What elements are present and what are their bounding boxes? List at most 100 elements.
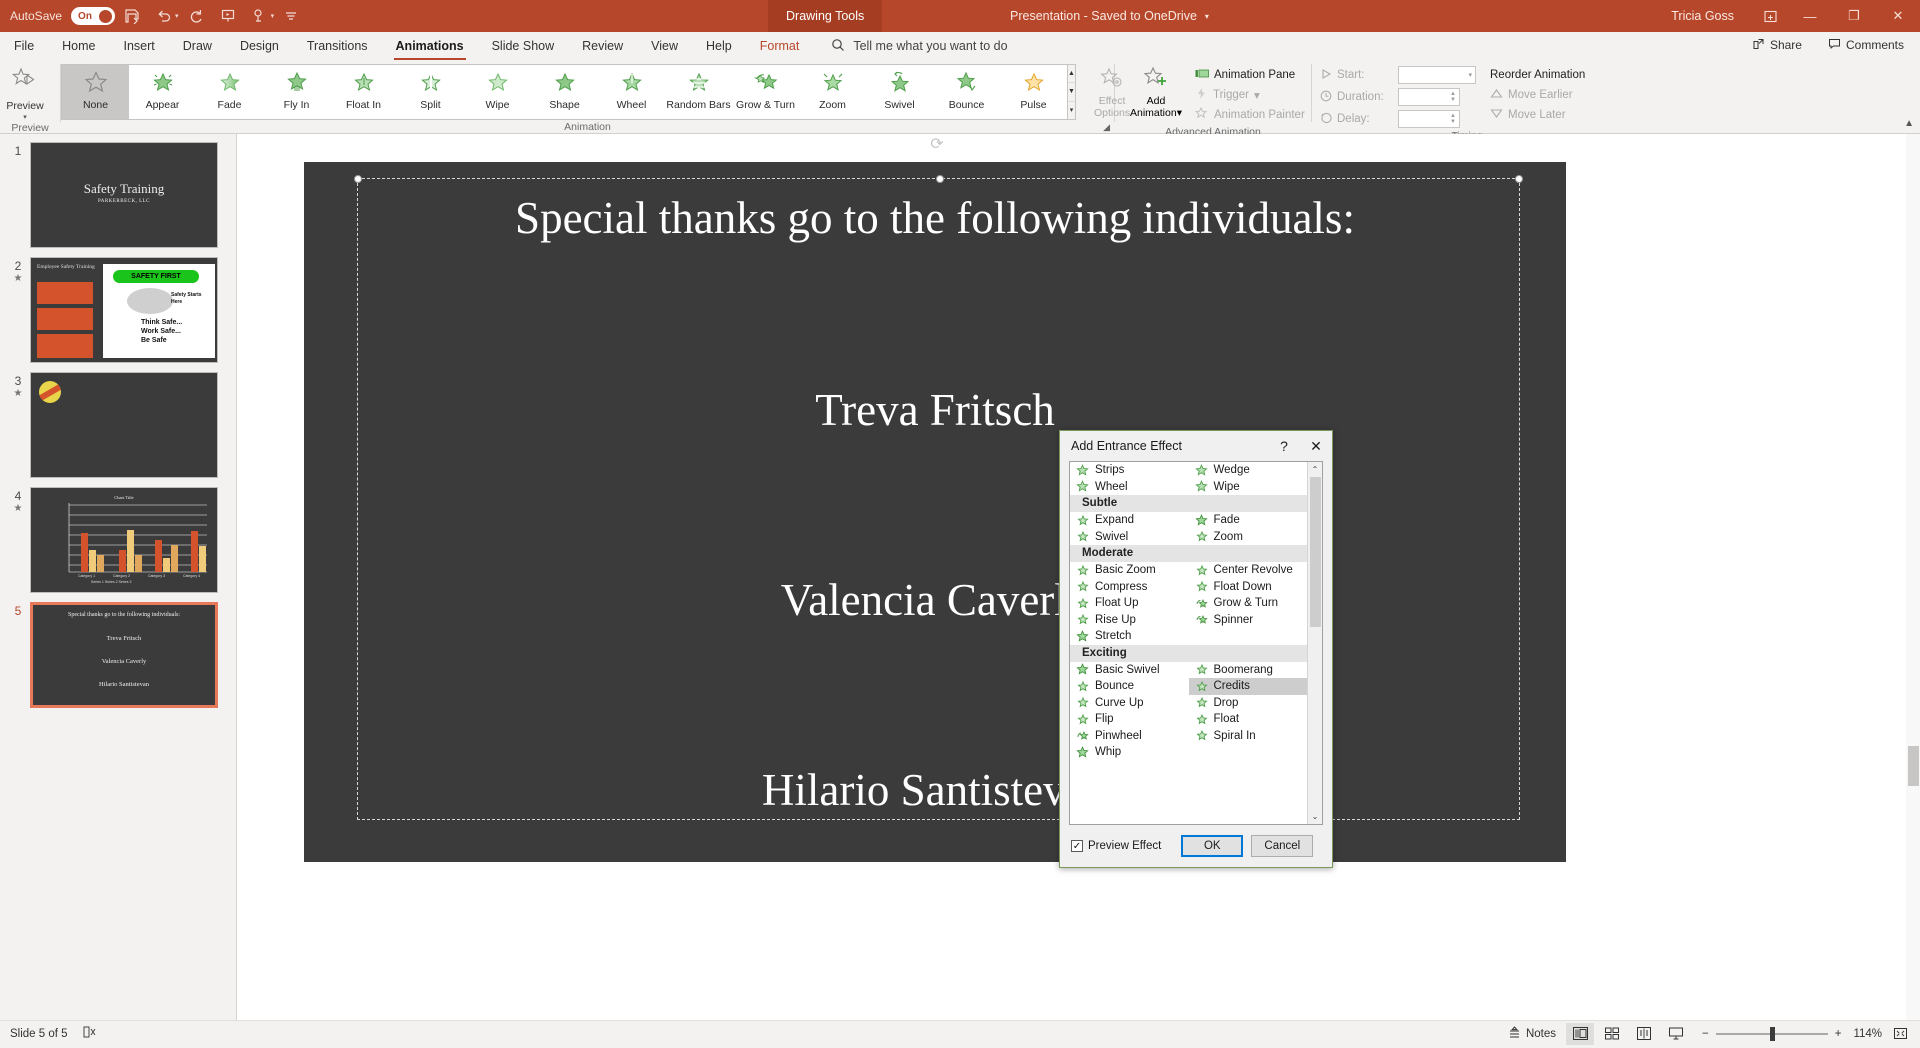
tab-draw[interactable]: Draw: [169, 32, 226, 60]
effect-item-grow-and-turn[interactable]: Grow & Turn: [1189, 595, 1308, 612]
gallery-more-icon[interactable]: ▾: [1068, 102, 1075, 119]
scroll-down-icon[interactable]: ⌄: [1308, 809, 1323, 824]
notes-button[interactable]: Notes: [1502, 1023, 1562, 1045]
normal-view-icon[interactable]: [1566, 1022, 1594, 1045]
minimize-button[interactable]: —: [1788, 0, 1832, 32]
effect-item-wedge[interactable]: Wedge: [1189, 462, 1308, 479]
effect-item-wipe[interactable]: Wipe: [1189, 479, 1308, 496]
accessibility-check-icon[interactable]: [82, 1025, 97, 1042]
effect-item-wheel[interactable]: Wheel: [1070, 479, 1189, 496]
zoom-level-label[interactable]: 114%: [1853, 1028, 1882, 1040]
effect-item-compress[interactable]: Compress: [1070, 579, 1189, 596]
preview-button[interactable]: Preview ▾: [0, 62, 50, 121]
slide-body-line-1[interactable]: Treva Fritsch: [304, 384, 1566, 436]
slide-canvas[interactable]: ⟳ Special thanks go to the following ind…: [304, 136, 1566, 862]
undo-dropdown-caret[interactable]: ▾: [175, 12, 179, 20]
effect-item-basic-swivel[interactable]: Basic Swivel: [1070, 662, 1189, 679]
effect-item-boomerang[interactable]: Boomerang: [1189, 662, 1308, 679]
effect-item-flip[interactable]: Flip: [1070, 711, 1189, 728]
effect-item-bounce[interactable]: Bounce: [1070, 678, 1189, 695]
thumbnail-5[interactable]: Special thanks go to the following indiv…: [30, 602, 218, 708]
gallery-item-wipe[interactable]: Wipe: [464, 65, 531, 119]
dialog-help-icon[interactable]: ?: [1268, 432, 1300, 460]
start-slideshow-icon[interactable]: [213, 2, 243, 30]
move-earlier-button[interactable]: Move Earlier: [1490, 85, 1585, 105]
tab-view[interactable]: View: [637, 32, 692, 60]
gallery-scrollbar[interactable]: ▲ ▼ ▾: [1068, 64, 1076, 120]
effect-item-zoom[interactable]: Zoom: [1189, 529, 1308, 546]
delay-spinner[interactable]: ▲ ▼: [1398, 110, 1460, 128]
effect-item-float-down[interactable]: Float Down: [1189, 579, 1308, 596]
delay-field-row[interactable]: Delay: ▲ ▼: [1320, 109, 1476, 129]
thumbnail-row-2[interactable]: 2 ★ Employee Safety Training SAFETY FIRS…: [0, 257, 236, 363]
animation-dialog-launcher[interactable]: ◢: [1103, 122, 1110, 133]
thumbnail-row-1[interactable]: 1 Safety Training PARKERBECK, LLC: [0, 142, 236, 248]
effect-item-curve-up[interactable]: Curve Up: [1070, 695, 1189, 712]
comments-button[interactable]: Comments: [1818, 33, 1914, 57]
slide-sorter-icon[interactable]: [1598, 1023, 1626, 1045]
animation-painter-button[interactable]: Animation Painter: [1191, 105, 1309, 125]
move-later-button[interactable]: Move Later: [1490, 105, 1585, 125]
animation-pane-button[interactable]: Animation Pane: [1191, 65, 1309, 85]
gallery-item-none[interactable]: None: [62, 65, 129, 119]
effect-item-fade[interactable]: Fade: [1189, 512, 1308, 529]
duration-spinner[interactable]: ▲ ▼: [1398, 88, 1460, 106]
effect-item-spiral-in[interactable]: Spiral In: [1189, 728, 1308, 745]
thumbnail-4[interactable]: Chart Title Category 1 Category 2 Catego…: [30, 487, 218, 593]
animation-gallery[interactable]: None Appear Fade Fly In Float In Split W…: [61, 64, 1068, 120]
ok-button[interactable]: OK: [1181, 835, 1244, 857]
dialog-close-icon[interactable]: ✕: [1300, 432, 1332, 460]
zoom-track[interactable]: [1715, 1026, 1828, 1041]
preview-caret-icon[interactable]: ▾: [23, 113, 27, 121]
slide-body-line-2[interactable]: Valencia Caverly: [304, 574, 1566, 626]
thumbnail-3[interactable]: [30, 372, 218, 478]
effect-item-swivel[interactable]: Swivel: [1070, 529, 1189, 546]
gallery-item-shape[interactable]: Shape: [531, 65, 598, 119]
touch-mode-caret[interactable]: ▾: [271, 12, 275, 20]
slide-thumbnail-pane[interactable]: 1 Safety Training PARKERBECK, LLC 2 ★ Em…: [0, 134, 237, 1020]
slide-body-line-3[interactable]: Hilario Santistevan: [304, 764, 1566, 816]
document-title[interactable]: Presentation - Saved to OneDrive ▾: [1010, 0, 1209, 32]
effect-item-float-up[interactable]: Float Up: [1070, 595, 1189, 612]
account-name[interactable]: Tricia Goss: [1671, 9, 1734, 23]
add-animation-caret-icon[interactable]: ▾: [1177, 107, 1182, 119]
drawing-tools-contextual-tab[interactable]: Drawing Tools: [768, 0, 883, 32]
text-placeholder-selection[interactable]: [354, 175, 1523, 820]
effect-item-drop[interactable]: Drop: [1189, 695, 1308, 712]
share-button[interactable]: Share: [1742, 33, 1812, 57]
reading-view-icon[interactable]: [1630, 1023, 1658, 1045]
autosave-toggle[interactable]: On: [71, 7, 116, 25]
fit-slide-icon[interactable]: [1886, 1023, 1914, 1045]
thumbnail-2[interactable]: Employee Safety Training SAFETY FIRST Sa…: [30, 257, 218, 363]
save-icon[interactable]: [117, 2, 147, 30]
effect-item-whip[interactable]: Whip: [1070, 744, 1189, 761]
effect-item-spinner[interactable]: Spinner: [1189, 612, 1308, 629]
tab-review[interactable]: Review: [568, 32, 637, 60]
thumbnail-row-3[interactable]: 3 ★: [0, 372, 236, 478]
selection-handle-top-right[interactable]: [1515, 175, 1523, 183]
tell-me-search[interactable]: Tell me what you want to do: [831, 32, 1008, 60]
scroll-up-icon[interactable]: ⌃: [1308, 462, 1323, 477]
gallery-scroll-up-icon[interactable]: ▲: [1068, 65, 1075, 84]
start-combo[interactable]: ▾: [1398, 66, 1476, 84]
effect-item-expand[interactable]: Expand: [1070, 512, 1189, 529]
tab-animations[interactable]: Animations: [382, 32, 478, 60]
zoom-out-button[interactable]: −: [1702, 1028, 1709, 1040]
tab-help[interactable]: Help: [692, 32, 746, 60]
effect-item-center-revolve[interactable]: Center Revolve: [1189, 562, 1308, 579]
start-field-row[interactable]: Start: ▾: [1320, 65, 1476, 85]
customize-qat-icon[interactable]: [276, 2, 306, 30]
rotate-handle-icon[interactable]: ⟳: [928, 134, 946, 153]
gallery-item-fade[interactable]: Fade: [196, 65, 263, 119]
close-button[interactable]: ✕: [1876, 0, 1920, 32]
effect-list[interactable]: Strips Wedge Wheel Wipe Subtle Expand Fa…: [1070, 462, 1307, 824]
collapse-ribbon-icon[interactable]: ▲: [1904, 118, 1914, 129]
tab-format[interactable]: Format: [746, 32, 814, 60]
thumbnail-1[interactable]: Safety Training PARKERBECK, LLC: [30, 142, 218, 248]
effect-item-stretch[interactable]: Stretch: [1070, 628, 1189, 645]
thumbnail-row-4[interactable]: 4 ★ Chart Title Category 1 Category 2 Ca…: [0, 487, 236, 593]
effect-list-scrollbar[interactable]: ⌃ ⌄: [1307, 462, 1322, 824]
add-animation-button[interactable]: Add Animation▾: [1121, 62, 1191, 119]
gallery-item-swivel[interactable]: Swivel: [866, 65, 933, 119]
editor-scroll-thumb[interactable]: [1908, 746, 1919, 786]
